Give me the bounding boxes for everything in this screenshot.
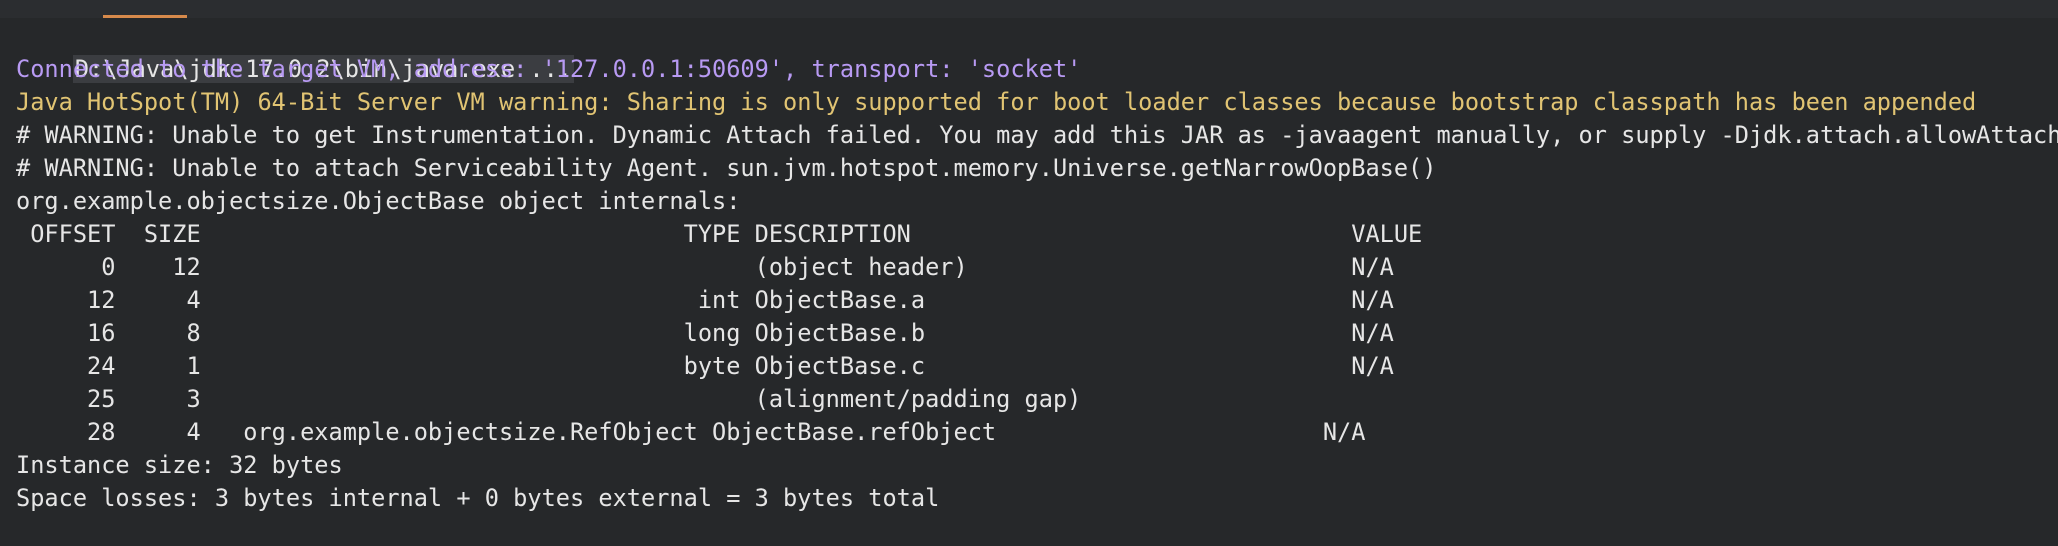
space-losses-line: Space losses: 3 bytes internal + 0 bytes… bbox=[16, 484, 940, 512]
table-row: 12 4 int ObjectBase.a N/A bbox=[16, 286, 1394, 314]
toolbar-strip bbox=[0, 0, 2058, 18]
instance-size-line: Instance size: 32 bytes bbox=[16, 451, 343, 479]
connected-line: Connected to the target VM, address: '12… bbox=[16, 55, 1082, 83]
command-line[interactable]: D:\Java\jdk-17.0.2\bin\java.exe ... bbox=[16, 20, 574, 83]
table-row: 0 12 (object header) N/A bbox=[16, 253, 1394, 281]
table-row: 28 4 org.example.objectsize.RefObject Ob… bbox=[16, 418, 1366, 446]
instrumentation-warning-line: # WARNING: Unable to get Instrumentation… bbox=[16, 121, 2058, 149]
table-row: 25 3 (alignment/padding gap) bbox=[16, 385, 1082, 413]
serviceability-warning-line: # WARNING: Unable to attach Serviceabili… bbox=[16, 154, 1437, 182]
console-output[interactable]: D:\Java\jdk-17.0.2\bin\java.exe ... Conn… bbox=[0, 18, 2058, 546]
hotspot-warning-line: Java HotSpot(TM) 64-Bit Server VM warnin… bbox=[16, 88, 1977, 116]
table-header-line: OFFSET SIZE TYPE DESCRIPTION VALUE bbox=[16, 220, 1423, 248]
table-row: 24 1 byte ObjectBase.c N/A bbox=[16, 352, 1394, 380]
internals-header-line: org.example.objectsize.ObjectBase object… bbox=[16, 187, 741, 215]
table-row: 16 8 long ObjectBase.b N/A bbox=[16, 319, 1394, 347]
